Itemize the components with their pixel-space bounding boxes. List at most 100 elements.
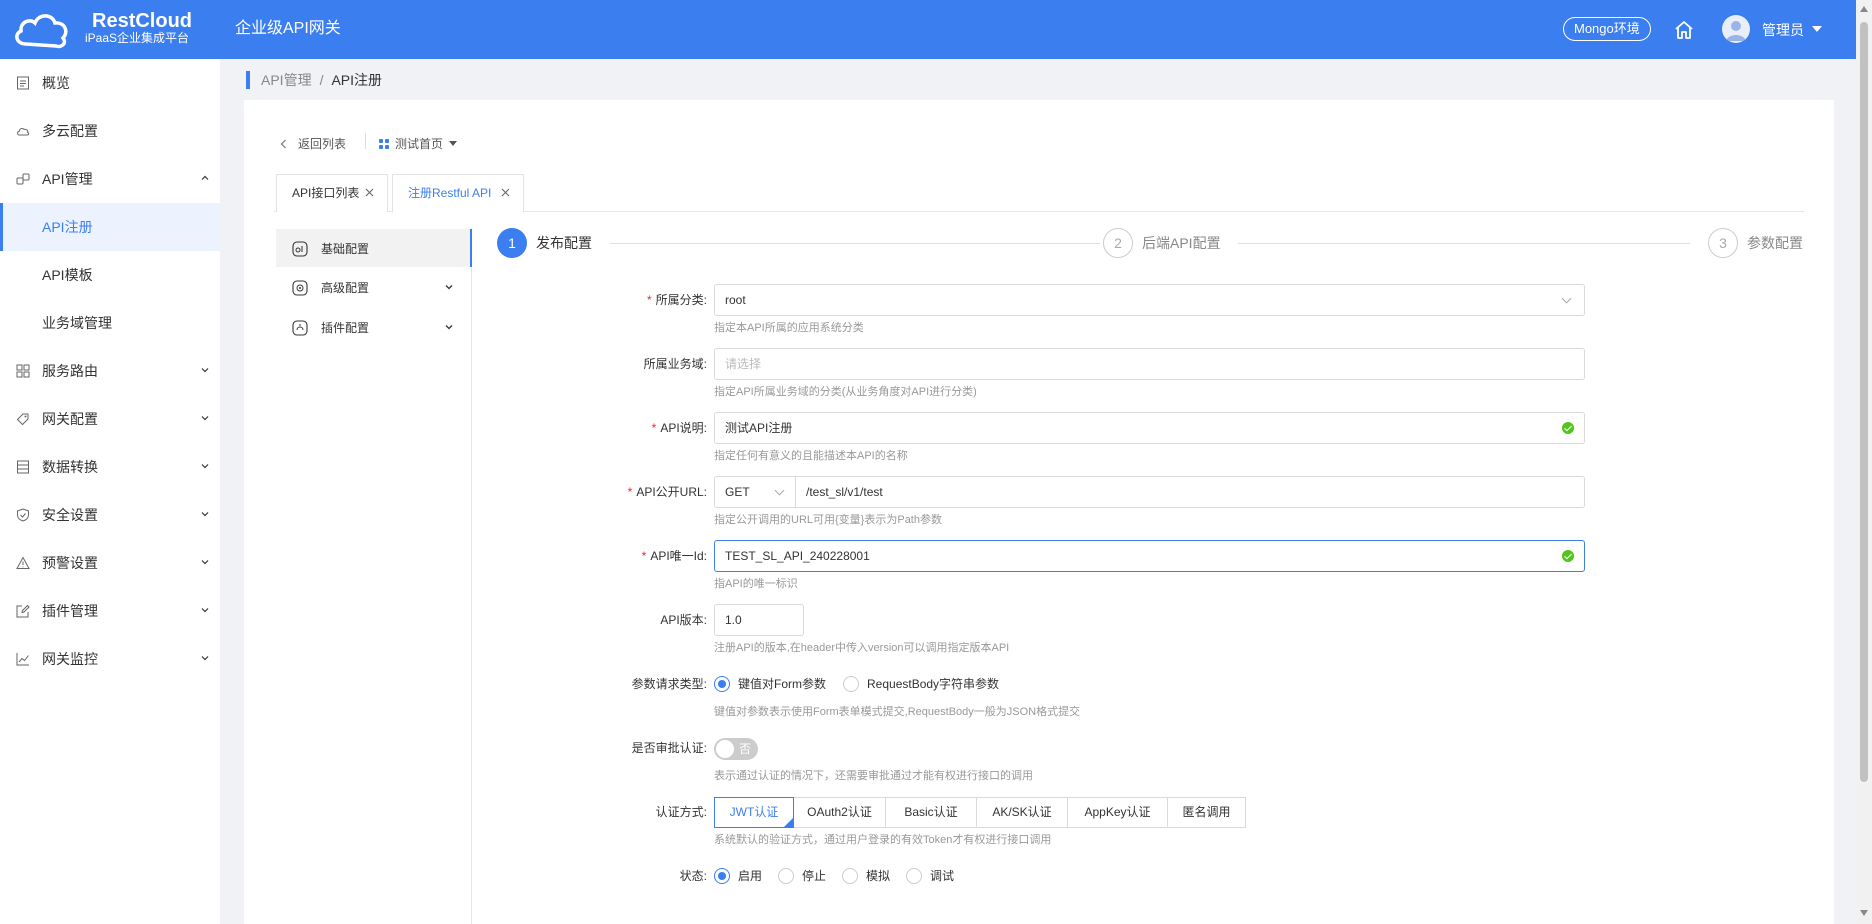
breadcrumb: API管理 / API注册 bbox=[261, 71, 382, 89]
radio-label: 调试 bbox=[930, 869, 955, 883]
tab-register-restful-api[interactable]: 注册Restful API bbox=[392, 174, 524, 213]
sidebar-item-service-routing[interactable]: 服务路由 bbox=[0, 347, 220, 395]
close-icon[interactable] bbox=[365, 188, 374, 197]
user-menu-caret-icon[interactable] bbox=[1812, 26, 1822, 32]
domain-placeholder: 请选择 bbox=[725, 357, 762, 371]
brand-title: RestCloud bbox=[92, 10, 192, 32]
sidebar-item-plugins[interactable]: 插件管理 bbox=[0, 587, 220, 635]
warning-icon bbox=[16, 556, 30, 569]
tab-label: 注册Restful API bbox=[408, 186, 492, 200]
scroll-down-arrow-icon[interactable] bbox=[1860, 910, 1868, 916]
scroll-up-arrow-icon[interactable] bbox=[1860, 6, 1868, 12]
chevron-down-icon bbox=[201, 608, 209, 613]
config-menu-advanced[interactable]: 高级配置 bbox=[276, 268, 471, 306]
radio-label: RequestBody字符串参数 bbox=[867, 677, 1000, 691]
sidebar-item-security[interactable]: 安全设置 bbox=[0, 491, 220, 539]
status-label: 状态: bbox=[679, 869, 707, 883]
user-avatar-icon bbox=[1726, 21, 1746, 41]
config-menu-label: 插件配置 bbox=[321, 321, 370, 335]
close-icon[interactable] bbox=[501, 188, 510, 197]
sidebar-item-label: 安全设置 bbox=[42, 507, 98, 523]
sidebar-item-api-template[interactable]: API模板 bbox=[0, 251, 220, 299]
back-to-list-link[interactable]: 返回列表 bbox=[280, 135, 347, 152]
config-menu-label: 基础配置 bbox=[321, 242, 370, 256]
auth-appkey-button[interactable]: AppKey认证 bbox=[1067, 797, 1168, 828]
api-url-label: * API公开URL: bbox=[547, 484, 707, 500]
sidebar: 概览 多云配置 API管理 API注册 API模板 业务域管理 服务路由 网关配… bbox=[0, 59, 220, 924]
api-version-label: API版本: bbox=[660, 613, 707, 627]
avatar[interactable] bbox=[1722, 15, 1750, 43]
grid-icon bbox=[16, 364, 30, 378]
sidebar-item-api-management[interactable]: API管理 bbox=[0, 155, 220, 203]
required-mark: * bbox=[651, 421, 657, 435]
sidebar-item-gateway-config[interactable]: 网关配置 bbox=[0, 395, 220, 443]
sidebar-item-label: 网关配置 bbox=[42, 411, 98, 427]
step-3-indicator: 3 bbox=[1708, 228, 1738, 258]
sidebar-item-alerts[interactable]: 预警设置 bbox=[0, 539, 220, 587]
http-method-value: GET bbox=[725, 485, 750, 499]
api-id-input[interactable]: TEST_SL_API_240228001 bbox=[714, 540, 1585, 572]
target-icon bbox=[292, 280, 308, 296]
approval-toggle[interactable]: 否 bbox=[714, 738, 758, 760]
api-version-value: 1.0 bbox=[725, 613, 742, 627]
api-desc-value: 测试API注册 bbox=[725, 421, 793, 435]
radio-label: 启用 bbox=[738, 869, 763, 883]
auth-aksk-button[interactable]: AK/SK认证 bbox=[976, 797, 1068, 828]
env-badge[interactable]: Mongo环境 bbox=[1563, 17, 1651, 41]
required-mark: * bbox=[627, 485, 633, 499]
back-to-list-label: 返回列表 bbox=[298, 137, 347, 151]
required-mark: * bbox=[641, 549, 647, 563]
test-home-dropdown[interactable]: 测试首页 bbox=[379, 135, 458, 152]
tab-api-list[interactable]: API接口列表 bbox=[276, 174, 388, 212]
cloud-logo-icon bbox=[15, 14, 68, 49]
required-mark: * bbox=[646, 293, 652, 307]
category-select[interactable]: root bbox=[714, 284, 1585, 316]
sidebar-item-api-register[interactable]: API注册 bbox=[0, 203, 220, 251]
app-name: 企业级API网关 bbox=[235, 20, 341, 37]
sidebar-item-monitoring[interactable]: 网关监控 bbox=[0, 635, 220, 683]
api-url-value: /test_sl/v1/test bbox=[806, 485, 883, 499]
api-version-input[interactable]: 1.0 bbox=[714, 604, 804, 636]
tag-icon bbox=[16, 413, 29, 426]
auth-method-label: 认证方式: bbox=[655, 805, 707, 819]
breadcrumb-separator: / bbox=[319, 72, 324, 88]
tab-label: API接口列表 bbox=[292, 186, 360, 200]
config-menu-border bbox=[471, 228, 472, 924]
auth-oauth2-button[interactable]: OAuth2认证 bbox=[793, 797, 886, 828]
sidebar-item-label: 数据转换 bbox=[42, 459, 98, 475]
sidebar-item-label: 插件管理 bbox=[42, 603, 98, 619]
param-type-hint: 键值对参数表示使用Form表单模式提交,RequestBody一般为JSON格式… bbox=[714, 706, 1081, 718]
sidebar-item-domain-management[interactable]: 业务域管理 bbox=[0, 299, 220, 347]
config-menu-basic[interactable]: 基础配置 bbox=[276, 229, 472, 267]
toggle-knob bbox=[716, 740, 734, 758]
radio-dot bbox=[778, 868, 794, 884]
radio-dot bbox=[714, 868, 730, 884]
api-id-label: * API唯一Id: bbox=[547, 548, 707, 564]
auth-jwt-button[interactable]: JWT认证 bbox=[714, 797, 794, 828]
http-method-select[interactable]: GET bbox=[714, 476, 796, 508]
step-2-label: 后端API配置 bbox=[1142, 235, 1221, 251]
sidebar-item-overview[interactable]: 概览 bbox=[0, 59, 220, 107]
auth-anonymous-button[interactable]: 匿名调用 bbox=[1167, 797, 1246, 828]
step-2-indicator: 2 bbox=[1103, 228, 1133, 258]
home-icon[interactable] bbox=[1672, 18, 1696, 42]
user-name[interactable]: 管理员 bbox=[1762, 20, 1804, 40]
radio-dot bbox=[843, 676, 859, 692]
api-url-input[interactable]: /test_sl/v1/test bbox=[795, 476, 1585, 508]
config-menu-plugins[interactable]: 插件配置 bbox=[276, 308, 471, 346]
sidebar-item-label: 业务域管理 bbox=[42, 315, 112, 331]
sidebar-item-multicloud[interactable]: 多云配置 bbox=[0, 107, 220, 155]
auth-basic-button[interactable]: Basic认证 bbox=[885, 797, 977, 828]
category-hint: 指定本API所属的应用系统分类 bbox=[714, 322, 864, 334]
breadcrumb-parent[interactable]: API管理 bbox=[261, 72, 312, 88]
domain-select[interactable]: 请选择 bbox=[714, 348, 1585, 380]
edit-icon bbox=[16, 604, 30, 618]
check-circle-icon bbox=[1562, 422, 1574, 434]
api-desc-input[interactable]: 测试API注册 bbox=[714, 412, 1585, 444]
api-id-hint: 指API的唯一标识 bbox=[714, 578, 798, 590]
sidebar-item-label: 多云配置 bbox=[42, 123, 98, 139]
scrollbar-thumb[interactable] bbox=[1860, 22, 1868, 782]
sidebar-item-data-transform[interactable]: 数据转换 bbox=[0, 443, 220, 491]
category-label-text: 所属分类: bbox=[655, 293, 707, 307]
config-menu-label: 高级配置 bbox=[321, 281, 370, 295]
